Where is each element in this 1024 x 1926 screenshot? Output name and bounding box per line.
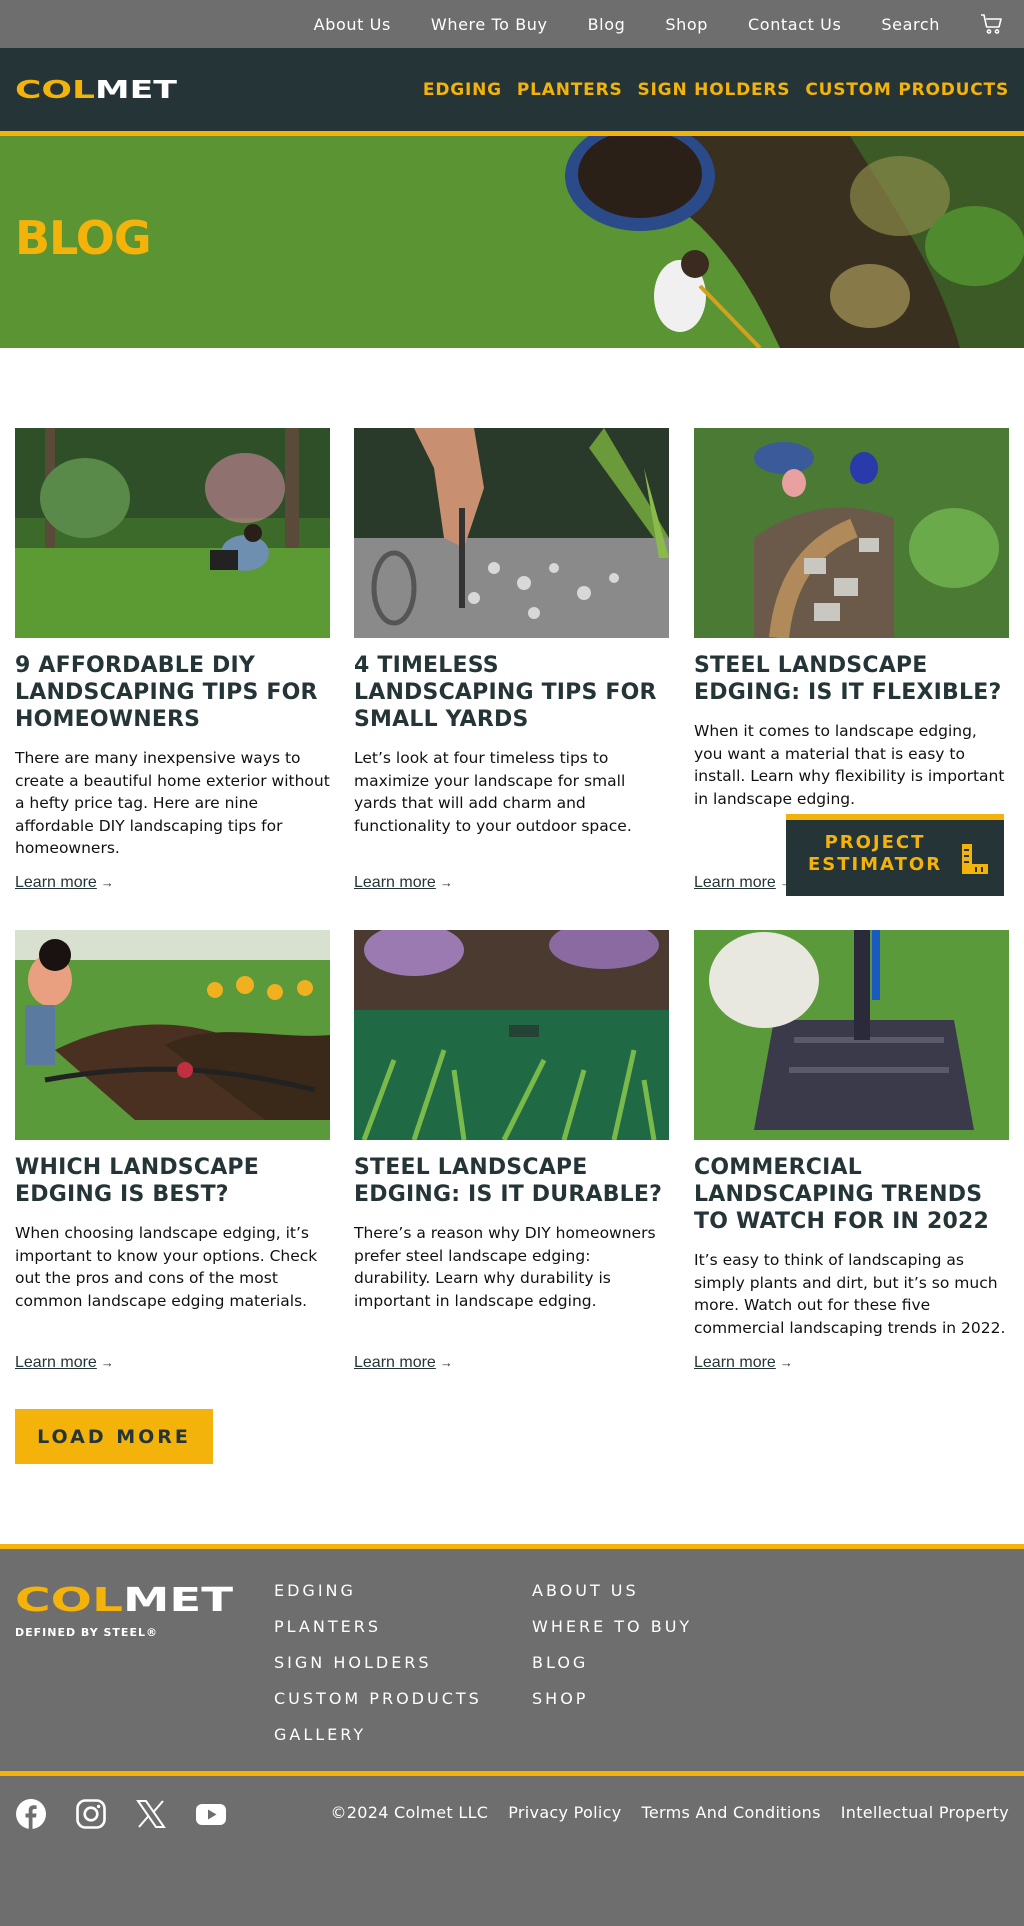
footer-link-blog[interactable]: BLOG bbox=[532, 1653, 692, 1689]
post-image[interactable] bbox=[354, 930, 669, 1140]
learn-more-label: Learn more bbox=[15, 1354, 97, 1371]
post-image[interactable] bbox=[694, 428, 1009, 638]
intellectual-property-link[interactable]: Intellectual Property bbox=[841, 1803, 1009, 1822]
footer-logo[interactable]: COL MET bbox=[15, 1585, 235, 1613]
post-image[interactable] bbox=[15, 428, 330, 638]
learn-more-link[interactable]: Learn more→ bbox=[354, 1354, 453, 1372]
arrow-right-icon: → bbox=[100, 1355, 114, 1370]
nav-custom-products[interactable]: CUSTOM PRODUCTS bbox=[805, 80, 1009, 100]
colmet-logo[interactable]: COL MET bbox=[15, 78, 179, 100]
learn-more-link[interactable]: Learn more→ bbox=[15, 874, 114, 892]
post-title[interactable]: COMMERCIAL LANDSCAPING TRENDS TO WATCH F… bbox=[694, 1154, 1009, 1235]
blog-card: STEEL LANDSCAPE EDGING: IS IT DURABLE? T… bbox=[354, 930, 669, 1371]
nav-about-us[interactable]: About Us bbox=[314, 15, 391, 34]
post-excerpt: There’s a reason why DIY homeowners pref… bbox=[354, 1224, 656, 1310]
svg-text:COL: COL bbox=[15, 78, 95, 100]
tagline: DEFINED BY STEEL® bbox=[15, 1626, 158, 1639]
nav-shop[interactable]: Shop bbox=[665, 15, 708, 34]
footer-divider bbox=[0, 1771, 1024, 1776]
nav-blog[interactable]: Blog bbox=[588, 15, 626, 34]
svg-text:MET: MET bbox=[123, 1585, 234, 1613]
ruler-icon bbox=[962, 844, 988, 874]
main-nav: EDGING PLANTERS SIGN HOLDERS CUSTOM PROD… bbox=[408, 48, 1009, 131]
main-header: COL MET EDGING PLANTERS SIGN HOLDERS CUS… bbox=[0, 48, 1024, 136]
social-links bbox=[15, 1798, 255, 1830]
copyright: ©2024 Colmet LLC bbox=[330, 1803, 489, 1822]
instagram-icon[interactable] bbox=[75, 1798, 107, 1830]
hero-photo bbox=[0, 136, 1024, 348]
footer-link-where-to-buy[interactable]: WHERE TO BUY bbox=[532, 1617, 692, 1653]
footer-link-about-us[interactable]: ABOUT US bbox=[532, 1581, 692, 1617]
load-more-button[interactable]: LOAD MORE bbox=[15, 1409, 213, 1464]
estimator-label: PROJECT ESTIMATOR bbox=[807, 832, 943, 875]
blog-card: STEEL LANDSCAPE EDGING: IS IT FLEXIBLE? … bbox=[694, 428, 1009, 891]
footer-link-custom-products[interactable]: CUSTOM PRODUCTS bbox=[274, 1689, 482, 1725]
post-title[interactable]: STEEL LANDSCAPE EDGING: IS IT FLEXIBLE? bbox=[694, 652, 1009, 706]
nav-search[interactable]: Search bbox=[881, 15, 940, 34]
footer-link-edging[interactable]: EDGING bbox=[274, 1581, 482, 1617]
post-excerpt: Let’s look at four timeless tips to maxi… bbox=[354, 749, 632, 835]
learn-more-label: Learn more bbox=[694, 1354, 776, 1371]
post-image[interactable] bbox=[15, 930, 330, 1140]
post-title[interactable]: STEEL LANDSCAPE EDGING: IS IT DURABLE? bbox=[354, 1154, 669, 1208]
blog-card: 9 AFFORDABLE DIY LANDSCAPING TIPS FOR HO… bbox=[15, 428, 330, 891]
nav-planters[interactable]: PLANTERS bbox=[517, 80, 623, 100]
nav-where-to-buy[interactable]: Where To Buy bbox=[431, 15, 548, 34]
utility-bar: About Us Where To Buy Blog Shop Contact … bbox=[0, 0, 1024, 48]
x-icon[interactable] bbox=[135, 1798, 167, 1830]
terms-link[interactable]: Terms And Conditions bbox=[642, 1803, 821, 1822]
footer-link-shop[interactable]: SHOP bbox=[532, 1689, 692, 1725]
youtube-icon[interactable] bbox=[195, 1798, 227, 1830]
hero-banner: BLOG bbox=[0, 136, 1024, 348]
legal-links: ©2024 Colmet LLC Privacy Policy Terms An… bbox=[310, 1803, 1009, 1822]
learn-more-link[interactable]: Learn more→ bbox=[694, 874, 793, 892]
cart-icon[interactable] bbox=[980, 12, 1004, 36]
post-excerpt: When it comes to landscape edging, you w… bbox=[694, 722, 1005, 808]
nav-contact-us[interactable]: Contact Us bbox=[748, 15, 841, 34]
svg-text:COL: COL bbox=[15, 1585, 123, 1613]
blog-card: 4 TIMELESS LANDSCAPING TIPS FOR SMALL YA… bbox=[354, 428, 669, 891]
post-image[interactable] bbox=[694, 930, 1009, 1140]
blog-card: WHICH LANDSCAPE EDGING IS BEST? When cho… bbox=[15, 930, 330, 1371]
footer-company-nav: ABOUT US WHERE TO BUY BLOG SHOP bbox=[532, 1581, 692, 1725]
footer-link-planters[interactable]: PLANTERS bbox=[274, 1617, 482, 1653]
arrow-right-icon: → bbox=[100, 875, 114, 890]
nav-sign-holders[interactable]: SIGN HOLDERS bbox=[638, 80, 791, 100]
footer: COL MET DEFINED BY STEEL® EDGING PLANTER… bbox=[0, 1544, 1024, 1926]
post-title[interactable]: 4 TIMELESS LANDSCAPING TIPS FOR SMALL YA… bbox=[354, 652, 669, 733]
footer-link-sign-holders[interactable]: SIGN HOLDERS bbox=[274, 1653, 482, 1689]
learn-more-link[interactable]: Learn more→ bbox=[15, 1354, 114, 1372]
utility-nav: About Us Where To Buy Blog Shop Contact … bbox=[274, 0, 1004, 48]
footer-link-gallery[interactable]: GALLERY bbox=[274, 1725, 482, 1761]
project-estimator-button[interactable]: PROJECT ESTIMATOR bbox=[786, 814, 1004, 896]
facebook-icon[interactable] bbox=[15, 1798, 47, 1830]
arrow-right-icon: → bbox=[439, 1355, 453, 1370]
blog-card: COMMERCIAL LANDSCAPING TRENDS TO WATCH F… bbox=[694, 930, 1009, 1371]
learn-more-label: Learn more bbox=[694, 874, 776, 891]
post-title[interactable]: 9 AFFORDABLE DIY LANDSCAPING TIPS FOR HO… bbox=[15, 652, 330, 733]
arrow-right-icon: → bbox=[439, 875, 453, 890]
post-excerpt: It’s easy to think of landscaping as sim… bbox=[694, 1251, 1006, 1337]
learn-more-link[interactable]: Learn more→ bbox=[694, 1354, 793, 1372]
post-title[interactable]: WHICH LANDSCAPE EDGING IS BEST? bbox=[15, 1154, 330, 1208]
arrow-right-icon: → bbox=[779, 1355, 793, 1370]
privacy-policy-link[interactable]: Privacy Policy bbox=[508, 1803, 621, 1822]
learn-more-label: Learn more bbox=[15, 874, 97, 891]
post-image[interactable] bbox=[354, 428, 669, 638]
learn-more-label: Learn more bbox=[354, 1354, 436, 1371]
learn-more-link[interactable]: Learn more→ bbox=[354, 874, 453, 892]
nav-edging[interactable]: EDGING bbox=[423, 80, 502, 100]
page-title: BLOG bbox=[15, 211, 152, 265]
learn-more-label: Learn more bbox=[354, 874, 436, 891]
post-excerpt: When choosing landscape edging, it’s imp… bbox=[15, 1224, 318, 1310]
footer-products-nav: EDGING PLANTERS SIGN HOLDERS CUSTOM PROD… bbox=[274, 1581, 482, 1761]
svg-text:MET: MET bbox=[95, 78, 177, 100]
post-excerpt: There are many inexpensive ways to creat… bbox=[15, 749, 330, 857]
